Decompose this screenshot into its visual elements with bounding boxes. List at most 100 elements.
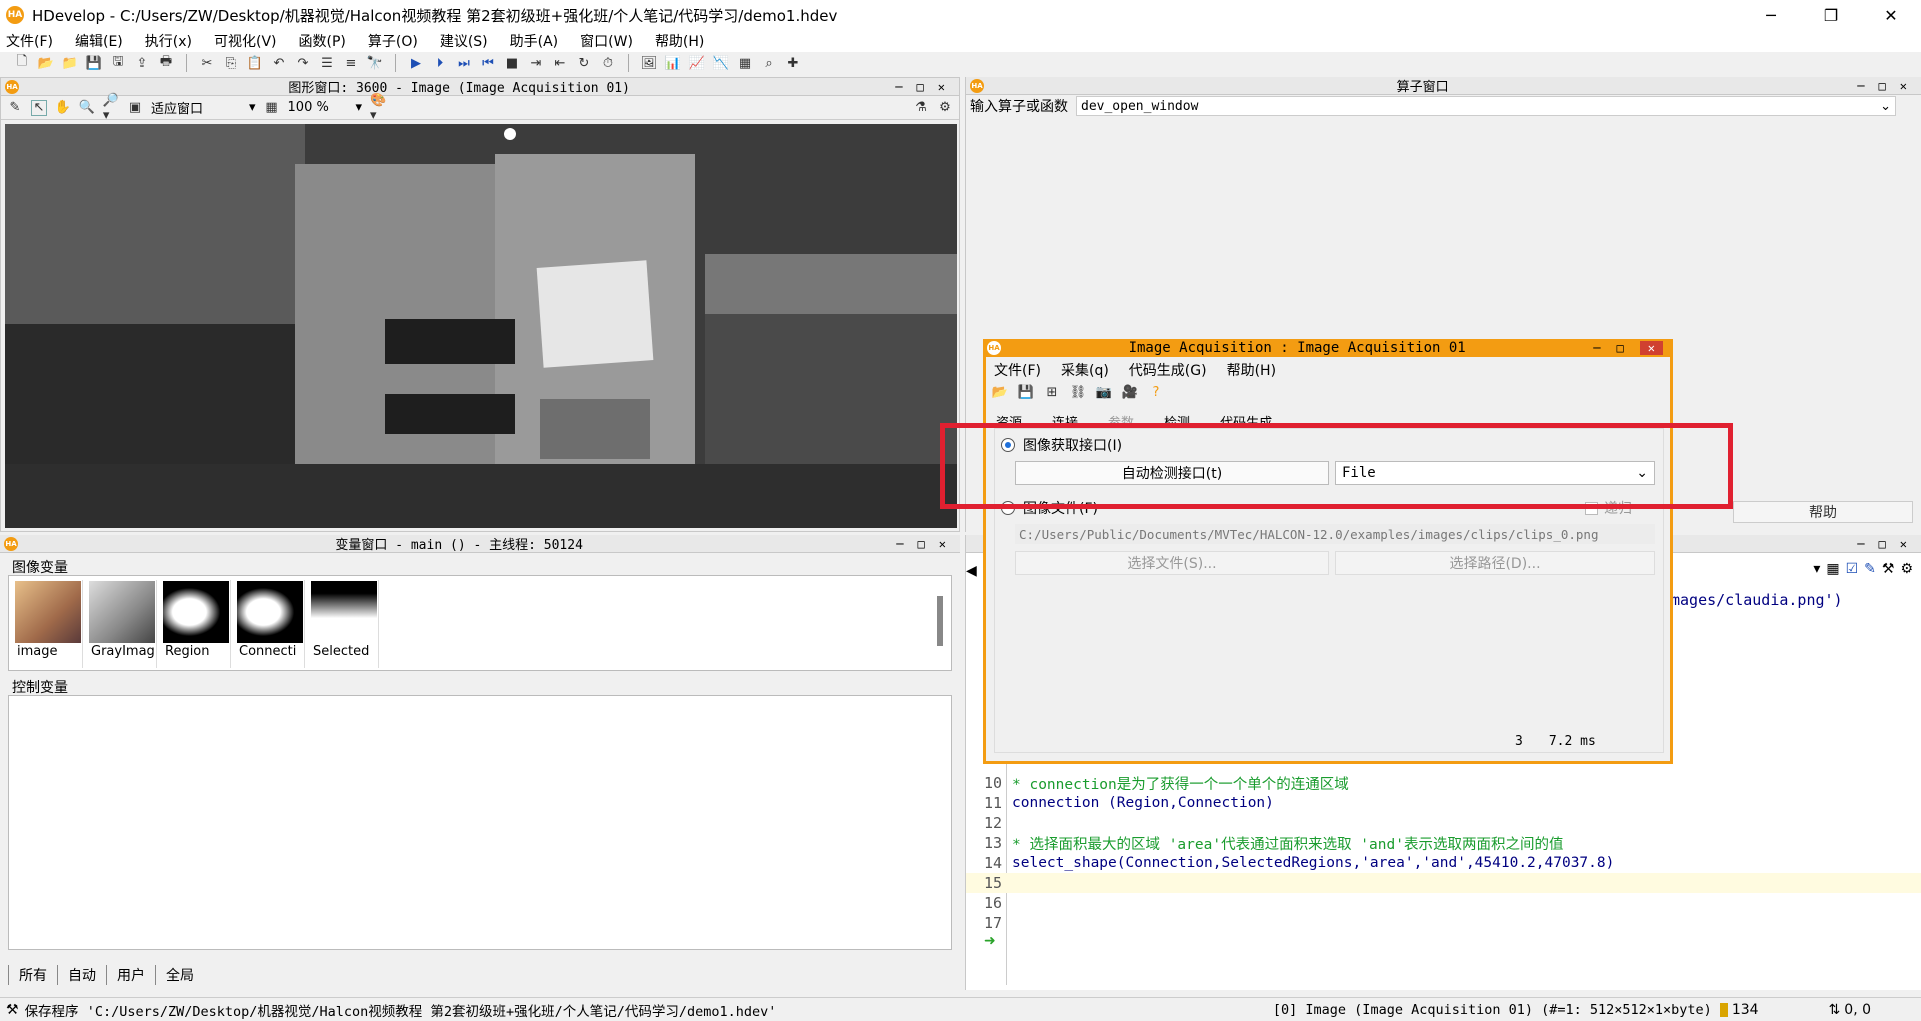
minimize-button[interactable]: ─ (1741, 0, 1801, 30)
settings-gear-icon[interactable]: ⚙ (937, 100, 953, 116)
dialog-maximize-button[interactable]: □ (1617, 341, 1624, 355)
scrollbar-thumb[interactable] (937, 596, 943, 646)
panel-maximize-button[interactable]: □ (918, 537, 925, 551)
tab-user[interactable]: 用户 (106, 965, 155, 985)
image-var-thumbnail[interactable]: GrayImag (87, 580, 157, 668)
run-icon[interactable]: ▶ (408, 55, 424, 71)
copy-icon[interactable]: ⎘ (223, 55, 239, 71)
back-arrow-icon[interactable]: ◀ (966, 563, 977, 579)
save-icon[interactable]: 💾 (86, 55, 102, 71)
acq-menu-codegen[interactable]: 代码生成(G) (1129, 360, 1207, 380)
tab-global[interactable]: 全局 (155, 965, 204, 985)
panel-minimize-button[interactable]: ─ (1857, 537, 1864, 551)
tool-icon[interactable]: ⚒ (1882, 561, 1895, 577)
chevron-down-icon[interactable]: ⌄ (1880, 99, 1891, 114)
panel-maximize-button[interactable]: □ (917, 80, 924, 94)
insert-code-icon[interactable]: ⊞ (1044, 384, 1060, 400)
code-line[interactable]: 14 select_shape(Connection,SelectedRegio… (966, 853, 1614, 873)
save-all-icon[interactable]: 🖫 (110, 54, 126, 71)
run-to-cursor-icon[interactable]: ⏵ (432, 55, 448, 71)
open-example-icon[interactable]: 📁 (62, 55, 78, 71)
feature-inspection-icon[interactable]: ▦ (737, 55, 753, 71)
connect-icon[interactable]: ⛓ (1070, 384, 1087, 400)
code-line[interactable]: 16 (966, 893, 1012, 913)
acquired-image[interactable] (5, 124, 957, 528)
open-file-icon[interactable]: 📂 (38, 55, 54, 71)
undo-icon[interactable]: ↶ (271, 55, 287, 71)
step-out-icon[interactable]: ⇤ (552, 55, 568, 71)
zoom-level-select[interactable]: 100 % (288, 100, 348, 115)
close-button[interactable]: ✕ (1861, 0, 1921, 30)
image-acquisition-icon[interactable]: 🖼 (641, 55, 658, 71)
redo-icon[interactable]: ↷ (295, 55, 311, 71)
reset-program-icon[interactable]: ↻ (576, 55, 592, 71)
pointer-icon[interactable]: ↖ (31, 99, 47, 116)
zoom-icon[interactable]: 🔍 (79, 100, 95, 116)
zoom-level-chevron-icon[interactable]: ▾ (356, 100, 363, 115)
zoom-dropdown-icon[interactable]: 🔎▾ (103, 93, 119, 123)
step-into-icon[interactable]: ⇥ (528, 55, 544, 71)
feature-histogram-icon[interactable]: 📉 (713, 55, 729, 71)
line-profile-icon[interactable]: 📈 (689, 55, 705, 71)
settings-icon[interactable]: ⚙ (1900, 561, 1913, 577)
menu-assistants[interactable]: 助手(A) (510, 31, 559, 51)
menu-operators[interactable]: 算子(O) (368, 31, 418, 51)
panel-maximize-button[interactable]: □ (1879, 79, 1886, 93)
tab-auto[interactable]: 自动 (57, 965, 106, 985)
menu-functions[interactable]: 函数(P) (299, 31, 346, 51)
chevron-down-icon[interactable]: ▾ (1813, 561, 1820, 577)
operator-input[interactable]: dev_open_window ⌄ (1076, 96, 1896, 116)
fit-window-chevron-icon[interactable]: ▾ (249, 100, 256, 115)
tab-all[interactable]: 所有 (8, 965, 57, 985)
calendar-icon[interactable]: ▦ (1826, 561, 1839, 577)
live-video-icon[interactable]: 🎥 (1122, 384, 1138, 400)
stop-icon[interactable]: ■ (504, 55, 520, 71)
maximize-button[interactable]: ❐ (1801, 0, 1861, 30)
dialog-close-button[interactable]: ✕ (1639, 341, 1663, 355)
image-var-thumbnail[interactable]: Selected (309, 580, 379, 668)
code-line[interactable]: 11 connection (Region,Connection) (966, 793, 1274, 813)
panel-maximize-button[interactable]: □ (1879, 537, 1886, 551)
display-params-icon[interactable]: ⚗ (913, 100, 929, 116)
uncomment-icon[interactable]: ≡ (343, 55, 359, 71)
acq-menu-file[interactable]: 文件(F) (994, 360, 1041, 380)
menu-execute[interactable]: 执行(x) (145, 31, 192, 51)
print-icon[interactable]: 🖶 (158, 54, 174, 71)
help-question-icon[interactable]: ? (1148, 384, 1164, 400)
select-file-button[interactable]: 选择文件(S)... (1015, 551, 1329, 575)
code-line[interactable]: 17 (966, 913, 1012, 933)
panel-close-button[interactable]: ✕ (1900, 537, 1907, 551)
image-var-thumbnail[interactable]: Connecti (235, 580, 305, 668)
file-path-field[interactable]: C:/Users/Public/Documents/MVTec/HALCON-1… (1015, 524, 1655, 544)
image-var-thumbnail[interactable]: image (13, 580, 83, 668)
step-back-icon[interactable]: ⏮ (480, 55, 496, 71)
export-icon[interactable]: ⇪ (134, 55, 150, 71)
panel-close-button[interactable]: ✕ (939, 537, 946, 551)
cut-icon[interactable]: ✂ (199, 55, 215, 71)
snap-camera-icon[interactable]: 📷 (1096, 384, 1112, 400)
panel-close-button[interactable]: ✕ (938, 80, 945, 94)
menu-edit[interactable]: 编辑(E) (75, 31, 123, 51)
clear-window-icon[interactable]: ✎ (7, 100, 23, 116)
menu-help[interactable]: 帮助(H) (655, 31, 704, 51)
menu-visualize[interactable]: 可视化(V) (214, 31, 277, 51)
new-file-icon[interactable]: 🗋 (14, 54, 30, 71)
zoom-window-icon[interactable]: ⌕ (761, 55, 777, 71)
profiler-icon[interactable]: ⏱ (600, 55, 616, 71)
panel-minimize-button[interactable]: ─ (896, 537, 903, 551)
code-line[interactable]: 12 (966, 813, 1012, 833)
select-path-button[interactable]: 选择路径(D)... (1335, 551, 1655, 575)
panel-minimize-button[interactable]: ─ (895, 80, 902, 94)
code-line[interactable]: 10 * connection是为了获得一个一个单个的连通区域 (966, 773, 1349, 793)
pan-hand-icon[interactable]: ✋ (55, 100, 71, 116)
save-icon[interactable]: 💾 (1018, 384, 1034, 400)
panel-minimize-button[interactable]: ─ (1857, 79, 1864, 93)
pixel-info-icon[interactable]: ✚ (785, 55, 801, 71)
open-folder-icon[interactable]: 📂 (992, 384, 1008, 400)
color-tool-icon[interactable]: 🎨▾ (370, 93, 386, 123)
menu-window[interactable]: 窗口(W) (580, 31, 633, 51)
code-line[interactable]: 15 (966, 873, 1921, 893)
comment-icon[interactable]: ☰ (319, 55, 335, 71)
acq-menu-acquire[interactable]: 采集(q) (1061, 360, 1109, 380)
edit-icon[interactable]: ✎ (1864, 561, 1876, 577)
